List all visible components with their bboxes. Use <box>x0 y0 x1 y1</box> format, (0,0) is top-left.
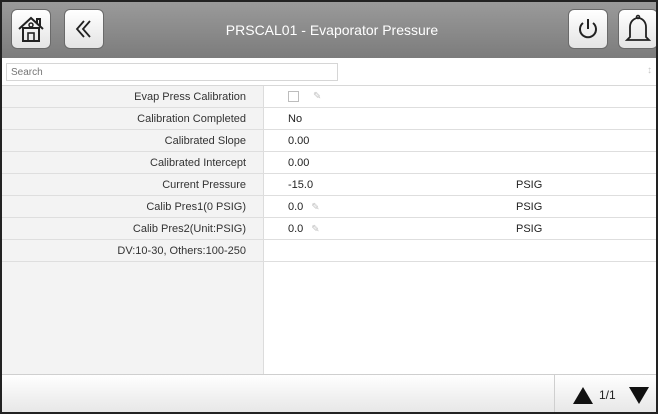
row-value: 0.00 <box>288 157 310 169</box>
row-value: 0.0 <box>288 201 304 213</box>
row-value-cell[interactable]: 0.0 ✎ <box>288 218 320 240</box>
page-indicator: 1/1 <box>599 388 616 402</box>
row-label: Evap Press Calibration <box>134 91 246 103</box>
parameter-table: Evap Press Calibration ✎ Calibration Com… <box>2 86 656 374</box>
power-icon <box>579 19 597 39</box>
power-button[interactable] <box>568 9 608 49</box>
edit-pencil-icon[interactable]: ✎ <box>311 219 319 241</box>
row-label: Calib Pres2(Unit:PSIG) <box>132 223 246 235</box>
back-button[interactable] <box>64 9 104 49</box>
row-unit: PSIG <box>516 201 543 213</box>
row-value: -15.0 <box>288 179 314 191</box>
table-row: Calibration Completed No <box>2 108 656 130</box>
home-button[interactable] <box>11 9 51 49</box>
table-row[interactable]: Calib Pres1(0 PSIG) 0.0 ✎ PSIG <box>2 196 656 218</box>
home-icon <box>18 16 44 42</box>
row-label: Current Pressure <box>162 179 246 191</box>
row-value: No <box>288 113 303 125</box>
edit-pencil-icon[interactable]: ✎ <box>311 197 319 219</box>
search-bar: ↕ <box>2 58 656 86</box>
page-down-icon[interactable] <box>629 387 649 404</box>
table-row[interactable]: Evap Press Calibration ✎ <box>2 86 656 108</box>
row-value: 0.00 <box>288 135 310 147</box>
edit-pencil-icon[interactable]: ✎ <box>313 86 321 108</box>
row-unit: PSIG <box>516 223 543 235</box>
table-row: DV:10-30, Others:100-250 <box>2 240 656 262</box>
page-up-icon[interactable] <box>573 387 593 404</box>
sort-icon[interactable]: ↕ <box>647 65 652 76</box>
row-label: Calibrated Slope <box>164 135 246 147</box>
table-row: Current Pressure -15.0 PSIG <box>2 174 656 196</box>
checkbox[interactable] <box>288 91 299 102</box>
search-input[interactable] <box>6 63 338 81</box>
app-frame: PRSCAL01 - Evaporator Pressure ↕ Evap Pr… <box>0 0 658 414</box>
header-bar: PRSCAL01 - Evaporator Pressure <box>2 2 656 58</box>
table-row[interactable]: Calib Pres2(Unit:PSIG) 0.0 ✎ PSIG <box>2 218 656 240</box>
pager: 1/1 <box>554 375 656 412</box>
table-row: Calibrated Slope 0.00 <box>2 130 656 152</box>
page-title: PRSCAL01 - Evaporator Pressure <box>225 22 439 38</box>
row-value: 0.0 <box>288 223 304 235</box>
row-label: Calibration Completed <box>137 113 246 125</box>
alarm-button[interactable] <box>618 9 656 49</box>
row-label: Calibrated Intercept <box>150 157 246 169</box>
row-value-cell[interactable]: 0.0 ✎ <box>288 196 320 218</box>
row-unit: PSIG <box>516 179 543 191</box>
double-chevron-left-icon <box>75 20 91 38</box>
footer-bar: 1/1 <box>2 374 656 412</box>
row-label: Calib Pres1(0 PSIG) <box>146 201 246 213</box>
bell-icon <box>624 14 652 41</box>
row-label: DV:10-30, Others:100-250 <box>117 245 246 257</box>
table-row: Calibrated Intercept 0.00 <box>2 152 656 174</box>
